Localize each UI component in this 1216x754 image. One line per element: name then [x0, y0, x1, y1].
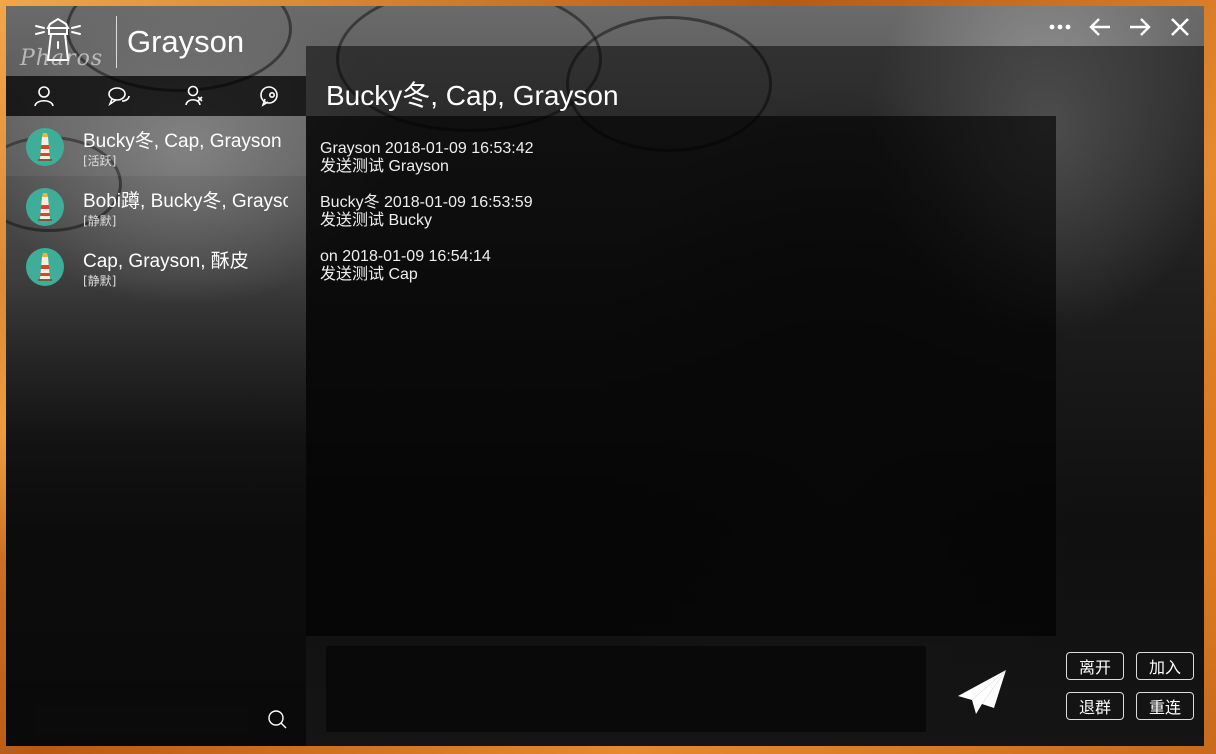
send-icon[interactable]: [954, 666, 1010, 718]
conversation-list: Bucky冬, Cap, Grayson [活跃] Bobi蹲, Bucky冬,…: [6, 116, 306, 296]
group-chat-icon[interactable]: [254, 81, 284, 111]
conversation-status: [静默]: [83, 214, 117, 228]
message-meta: Grayson 2018-01-09 16:53:42: [320, 140, 534, 157]
window-controls: [1046, 14, 1194, 40]
chat-panel: Bucky冬, Cap, Grayson Grayson 2018-01-09 …: [306, 46, 1204, 746]
lighthouse-icon: [38, 253, 52, 281]
brand-divider: [116, 16, 117, 68]
reconnect-button[interactable]: 重连: [1136, 692, 1194, 720]
chat-title: Bucky冬, Cap, Grayson: [326, 80, 619, 111]
conversation-item[interactable]: Cap, Grayson, 酥皮 [静默]: [6, 236, 306, 296]
message-body: 发送测试 Bucky: [320, 212, 433, 229]
conversation-status: [静默]: [83, 274, 117, 288]
more-icon[interactable]: [1046, 14, 1074, 40]
avatar: [26, 248, 64, 286]
avatar: [26, 188, 64, 226]
message-meta: on 2018-01-09 16:54:14: [320, 248, 491, 265]
message-item: Grayson 2018-01-09 16:53:42 发送测试 Grayson: [320, 140, 533, 176]
forward-arrow-icon[interactable]: [1126, 14, 1154, 40]
conversation-title: Bucky冬, Cap, Grayson: [83, 131, 282, 152]
lighthouse-icon: [38, 133, 52, 161]
current-user-name: Grayson: [127, 24, 245, 59]
chat-bubbles-icon[interactable]: [104, 81, 134, 111]
search-input[interactable]: [37, 706, 249, 734]
close-icon[interactable]: [1166, 14, 1194, 40]
back-arrow-icon[interactable]: [1086, 14, 1114, 40]
conversation-title: Bobi蹲, Bucky冬, Grayson: [83, 191, 288, 212]
join-button[interactable]: 加入: [1136, 652, 1194, 680]
sidebar: Bucky冬, Cap, Grayson [活跃] Bobi蹲, Bucky冬,…: [6, 76, 306, 746]
message-composer[interactable]: [326, 646, 926, 732]
conversation-status: [活跃]: [83, 154, 117, 168]
app-window: Pharos Grayson Bucky冬, Cap, Grayson [活跃]…: [6, 6, 1204, 746]
message-list: Grayson 2018-01-09 16:53:42 发送测试 Grayson…: [306, 116, 1056, 636]
leave-button[interactable]: 离开: [1066, 652, 1124, 680]
message-item: on 2018-01-09 16:54:14 发送测试 Cap: [320, 248, 491, 284]
quit-group-button[interactable]: 退群: [1066, 692, 1124, 720]
message-item: Bucky冬 2018-01-09 16:53:59 发送测试 Bucky: [320, 194, 533, 230]
message-body: 发送测试 Cap: [320, 266, 418, 283]
user-icon[interactable]: [29, 81, 59, 111]
sidebar-tabbar: [6, 76, 306, 116]
message-meta: Bucky冬 2018-01-09 16:53:59: [320, 194, 533, 211]
avatar: [26, 128, 64, 166]
lighthouse-icon: [38, 193, 52, 221]
conversation-item[interactable]: Bobi蹲, Bucky冬, Grayson [静默]: [6, 176, 306, 236]
logo-text: Pharos: [20, 46, 104, 71]
conversation-title: Cap, Grayson, 酥皮: [83, 251, 249, 272]
search-icon[interactable]: [264, 706, 290, 732]
contacts-icon[interactable]: [179, 81, 209, 111]
brand-header: Pharos Grayson: [6, 6, 306, 76]
message-body: 发送测试 Grayson: [320, 158, 449, 175]
conversation-item[interactable]: Bucky冬, Cap, Grayson [活跃]: [6, 116, 306, 176]
